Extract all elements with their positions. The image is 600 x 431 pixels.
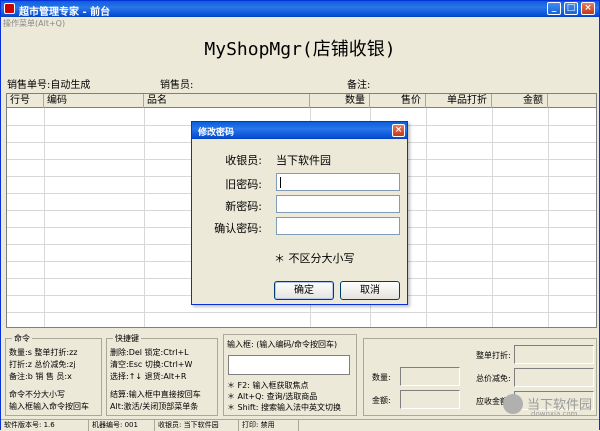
shortcuts-group: 快捷键 删除:Del 锁定:Ctrl+L 清空:Esc 切换:Ctrl+W 选择… xyxy=(106,333,218,416)
watermark-sub: downxia.com xyxy=(531,410,578,418)
col-price[interactable]: 售价 xyxy=(370,94,426,108)
total-reduce-label: 总价减免: xyxy=(476,374,511,383)
col-line-no[interactable]: 行号 xyxy=(7,94,44,108)
new-password-field[interactable] xyxy=(276,195,400,213)
status-print: 打印: 禁用 xyxy=(239,420,299,431)
col-name[interactable]: 品名 xyxy=(144,94,310,108)
input-panel: 输入框: (输入编码/命令按回车) ＊ F2: 输入框获取焦点 ＊ Alt+Q:… xyxy=(223,334,357,416)
whole-discount-label: 整单打折: xyxy=(476,351,511,360)
shortcut-line: 选择:↑↓ 退货:Alt+R xyxy=(110,372,187,381)
input-hint: ＊ Shift: 搜索输入法中英文切换 xyxy=(227,403,341,412)
close-button[interactable]: × xyxy=(581,2,595,15)
whole-discount-field xyxy=(514,345,594,364)
amount-label: 金额: xyxy=(372,396,391,405)
command-line: 打折:z 总价减免:zj xyxy=(9,360,76,369)
col-qty[interactable]: 数量 xyxy=(310,94,370,108)
shortcut-line: 清空:Esc 切换:Ctrl+W xyxy=(110,360,193,369)
amount-field xyxy=(400,390,460,409)
cashier-label: 收银员: xyxy=(225,154,262,167)
salesperson-label: 销售员: xyxy=(160,80,194,91)
cashier-value: 当下软件园 xyxy=(276,154,331,167)
command-foot: 输入框输入命令按回车 xyxy=(9,402,89,411)
status-cashier: 收银员: 当下软件园 xyxy=(155,420,239,431)
total-reduce-field xyxy=(514,368,594,387)
old-password-field[interactable] xyxy=(276,173,400,191)
command-line: 备注:b 销 售 员:x xyxy=(9,372,72,381)
old-password-label: 旧密码: xyxy=(225,178,262,191)
command-line: 数量:s 整单打折:zz xyxy=(9,348,78,357)
grid-header: 行号 编码 品名 数量 售价 单品打折 金额 xyxy=(7,94,596,108)
col-discount[interactable]: 单品打折 xyxy=(426,94,492,108)
input-hint: ＊ Alt+Q: 查询/选取商品 xyxy=(227,392,318,401)
command-input[interactable] xyxy=(228,355,350,375)
confirm-password-label: 确认密码: xyxy=(214,222,262,235)
qty-label: 数量: xyxy=(372,373,391,382)
menu-hint[interactable]: 操作菜单(Alt+Q) xyxy=(3,18,65,29)
change-password-dialog: 修改密码 × 收银员: 当下软件园 旧密码: 新密码: 确认密码: ＊ 不区分大… xyxy=(191,121,408,305)
dialog-title-bar: 修改密码 × xyxy=(192,122,407,139)
note-label: 备注: xyxy=(347,80,371,91)
col-amount[interactable]: 金额 xyxy=(492,94,548,108)
status-version: 软件版本号: 1.6 xyxy=(1,420,89,431)
case-note: ＊ 不区分大小写 xyxy=(274,252,355,265)
maximize-button[interactable]: □ xyxy=(564,2,578,15)
confirm-password-field[interactable] xyxy=(276,217,400,235)
new-password-label: 新密码: xyxy=(225,200,262,213)
shortcut-foot: 结算:输入框中直接按回车 xyxy=(110,390,201,399)
shortcut-line: 删除:Del 锁定:Ctrl+L xyxy=(110,348,189,357)
command-foot: 命令不分大小写 xyxy=(9,390,65,399)
cancel-button[interactable]: 取消 xyxy=(340,281,400,300)
input-panel-label: 输入框: (输入编码/命令按回车) xyxy=(227,340,338,349)
status-machine: 机器编号: 001 xyxy=(89,420,155,431)
window-title: 超市管理专家 - 前台 xyxy=(19,7,111,18)
text-caret xyxy=(280,177,281,188)
qty-field xyxy=(400,367,460,386)
input-hint: ＊ F2: 输入框获取焦点 xyxy=(227,381,309,390)
status-bar: 软件版本号: 1.6 机器编号: 001 收银员: 当下软件园 打印: 禁用 xyxy=(1,419,599,431)
col-code[interactable]: 编码 xyxy=(44,94,144,108)
shortcut-foot: Alt:激活/关闭顶部菜单条 xyxy=(110,402,199,411)
commands-label: 命令 xyxy=(12,333,32,344)
app-icon xyxy=(4,3,15,14)
minimize-button[interactable]: _ xyxy=(547,2,561,15)
title-bar: 超市管理专家 - 前台 _ □ × xyxy=(1,1,599,18)
ok-button[interactable]: 确定 xyxy=(274,281,334,300)
order-no-label: 销售单号:自动生成 xyxy=(7,80,91,91)
dialog-title: 修改密码 xyxy=(198,128,235,138)
dialog-close-icon[interactable]: × xyxy=(392,124,405,137)
commands-group: 命令 数量:s 整单打折:zz 打折:z 总价减免:zj 备注:b 销 售 员:… xyxy=(5,333,102,416)
watermark-icon xyxy=(503,394,523,414)
page-title: MyShopMgr(店铺收银) xyxy=(204,39,396,60)
shortcuts-label: 快捷键 xyxy=(113,333,141,344)
